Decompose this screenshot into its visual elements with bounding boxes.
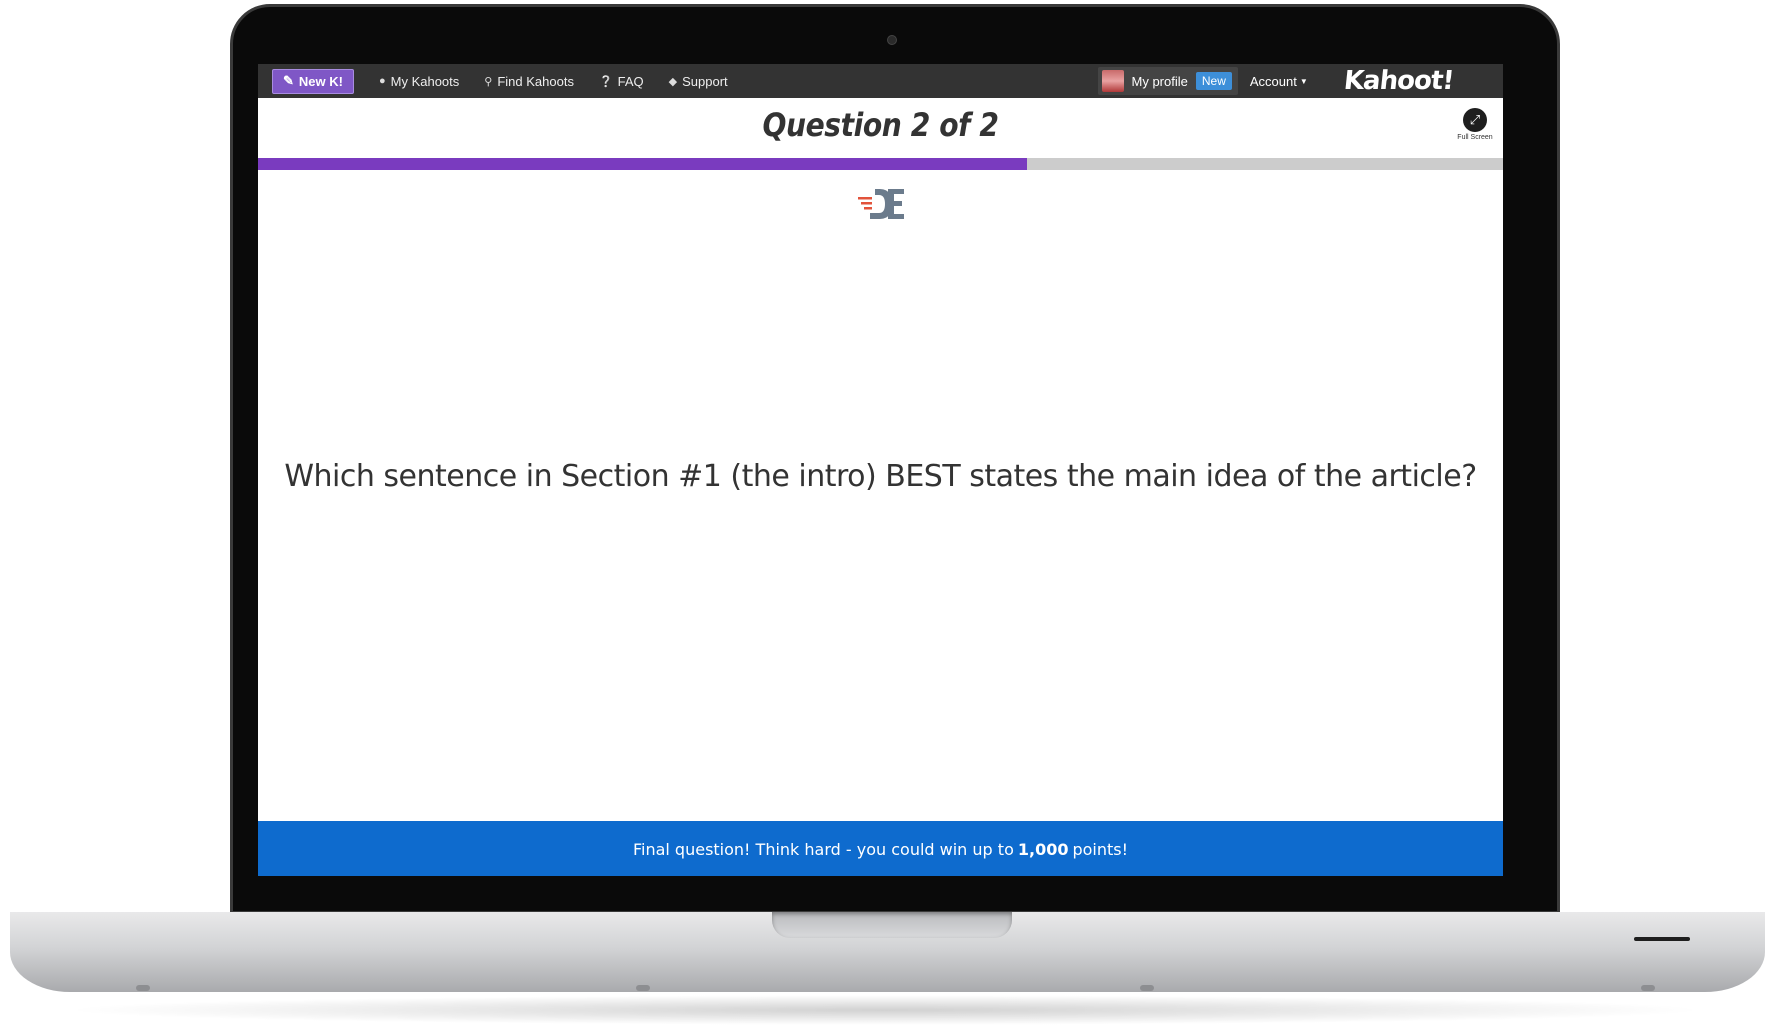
question-counter-title: Question 2 of 2 bbox=[762, 106, 999, 144]
nav-my-kahoots-label: My Kahoots bbox=[390, 73, 460, 89]
laptop-foot bbox=[1641, 985, 1655, 991]
laptop-slot bbox=[1634, 937, 1690, 941]
navbar-right: My profile New Account ▼ Kahoot! bbox=[1097, 64, 1504, 98]
caret-down-icon: ▼ bbox=[1299, 76, 1308, 86]
kahoot-logo[interactable]: Kahoot! bbox=[1342, 66, 1454, 96]
banner-text-after: points! bbox=[1072, 840, 1129, 859]
nav-faq-label: FAQ bbox=[617, 73, 644, 89]
nav-find-kahoots-label: Find Kahoots bbox=[497, 73, 574, 89]
camera-icon bbox=[887, 35, 897, 45]
search-icon: ⚲ bbox=[484, 75, 493, 88]
laptop-foot bbox=[636, 985, 650, 991]
nav-faq[interactable]: ❔ FAQ bbox=[599, 74, 644, 89]
laptop-shadow bbox=[60, 995, 1710, 1025]
progress-bar-fill bbox=[258, 158, 1028, 170]
new-kahoot-button[interactable]: ✎ New K! bbox=[272, 68, 354, 94]
banner-text-before: Final question! Think hard - you could w… bbox=[632, 840, 1014, 859]
nav-support[interactable]: ◆ Support bbox=[669, 74, 728, 89]
laptop-foot bbox=[136, 985, 150, 991]
nav-my-kahoots[interactable]: ● My Kahoots bbox=[379, 74, 459, 89]
new-badge: New bbox=[1195, 72, 1232, 90]
nav-find-kahoots[interactable]: ⚲ Find Kahoots bbox=[484, 74, 574, 89]
banner-points: 1,000 bbox=[1017, 840, 1069, 859]
discovery-education-logo bbox=[858, 189, 904, 219]
chat-bubble-icon: ◆ bbox=[668, 75, 678, 88]
my-profile-label: My profile bbox=[1131, 73, 1188, 89]
screen: ✎ New K! ● My Kahoots ⚲ Find Kahoots ❔ F… bbox=[258, 64, 1503, 876]
progress-bar bbox=[258, 158, 1503, 170]
my-profile-link[interactable]: My profile New bbox=[1097, 67, 1238, 95]
fullscreen-button[interactable]: ⤢ Full Screen bbox=[1455, 108, 1495, 141]
laptop-foot bbox=[1140, 985, 1154, 991]
edit-icon: ✎ bbox=[283, 73, 294, 88]
nav-support-label: Support bbox=[682, 73, 728, 89]
fullscreen-label: Full Screen bbox=[1457, 134, 1493, 141]
new-kahoot-label: New K! bbox=[298, 73, 343, 89]
account-label: Account bbox=[1249, 73, 1297, 89]
user-icon: ● bbox=[378, 75, 386, 87]
final-question-banner: Final question! Think hard - you could w… bbox=[258, 821, 1503, 876]
question-text: Which sentence in Section #1 (the intro)… bbox=[284, 459, 1477, 494]
avatar bbox=[1101, 70, 1124, 92]
laptop-lid-notch bbox=[772, 912, 1012, 938]
fullscreen-icon: ⤢ bbox=[1463, 108, 1487, 132]
question-circle-icon: ❔ bbox=[598, 75, 613, 88]
top-navbar: ✎ New K! ● My Kahoots ⚲ Find Kahoots ❔ F… bbox=[258, 64, 1503, 98]
account-dropdown[interactable]: Account ▼ bbox=[1250, 74, 1308, 89]
